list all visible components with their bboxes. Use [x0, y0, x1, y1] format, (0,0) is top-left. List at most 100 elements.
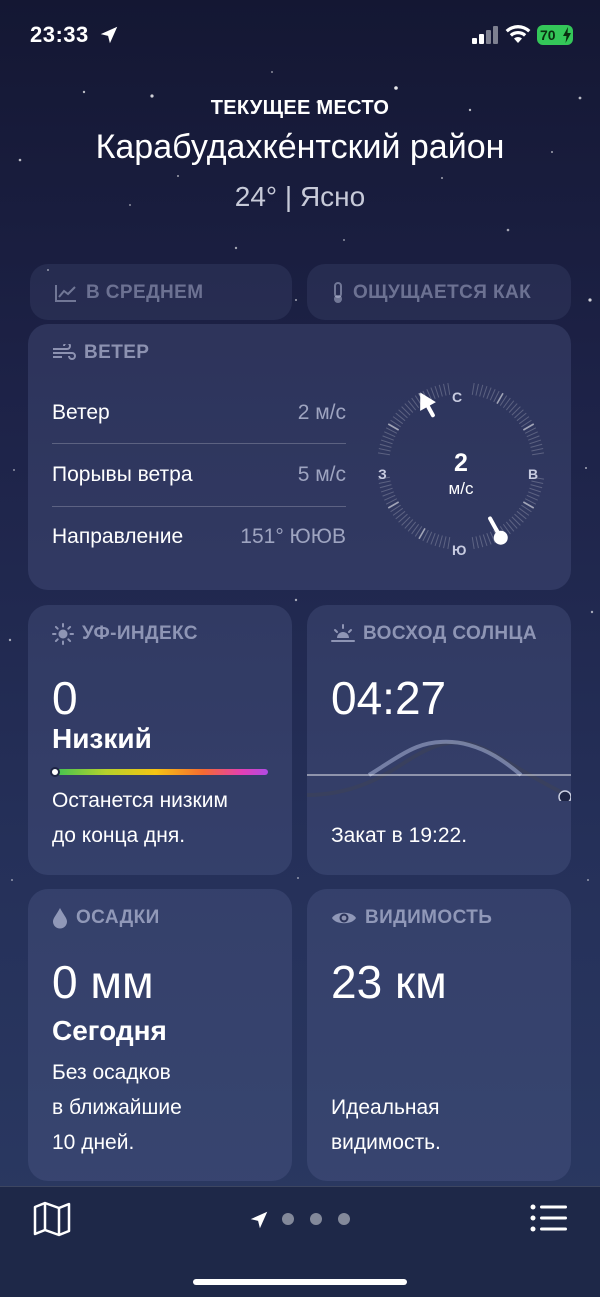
compass-tick [471, 537, 475, 550]
precipitation-line1: Без осадков [52, 1061, 171, 1084]
compass-tick [380, 439, 393, 445]
visibility-card[interactable]: ВИДИМОСТЬ 23 км Идеальная видимость. [307, 889, 571, 1181]
uv-scale-marker [50, 767, 60, 777]
sunrise-time: 04:27 [331, 672, 447, 724]
uv-level: Низкий [52, 723, 152, 754]
map-icon[interactable] [33, 1201, 71, 1237]
wind-title: ВЕТЕР [84, 342, 150, 363]
average-card[interactable]: В СРЕДНЕМ [30, 264, 292, 320]
wind-gusts-value: 5 м/с [297, 463, 346, 486]
wind-direction-row: Направление 151° ЮЮВ [52, 506, 346, 568]
trend-chart-icon [55, 285, 76, 302]
eye-icon [332, 912, 356, 924]
compass-tick [471, 382, 475, 395]
uv-index-card[interactable]: УФ-ИНДЕКС 0 Низкий Останется низким до к… [28, 605, 292, 875]
arrow-tail [488, 516, 508, 545]
precipitation-value: 0 мм [52, 956, 154, 1008]
compass-tick [526, 431, 538, 438]
sunrise-icon [331, 624, 355, 642]
visibility-value: 23 км [331, 956, 447, 1008]
uv-description-line1: Останется низким [52, 789, 228, 812]
visibility-description: Идеальная видимость. [331, 1090, 441, 1160]
cellular-signal-icon [472, 26, 498, 44]
compass-tick [482, 385, 488, 398]
location-arrow-icon [100, 26, 118, 44]
compass-tick [447, 537, 451, 550]
compass-tick [426, 531, 433, 543]
charging-bolt-icon [563, 27, 571, 43]
current-location-label: ТЕКУЩЕЕ МЕСТО [210, 97, 390, 119]
compass-tick [486, 387, 492, 399]
compass-tick [482, 534, 488, 547]
compass-tick [529, 439, 542, 445]
status-time: 23:33 [30, 22, 89, 47]
sunrise-title: ВОСХОД СОЛНЦА [363, 623, 537, 644]
uv-description-line2: до конца дня. [52, 824, 186, 847]
compass-tick [479, 384, 484, 397]
uv-value: 0 [52, 672, 78, 724]
compass-tick [380, 487, 393, 493]
uv-description: Останется низким до конца дня. [52, 783, 228, 853]
precipitation-line3: 10 дней. [52, 1131, 135, 1154]
location-arrow-icon[interactable] [248, 1209, 270, 1231]
compass-tick [528, 435, 540, 441]
compass-unit: м/с [448, 479, 474, 498]
compass-tick [384, 494, 396, 501]
compass-tick [531, 448, 544, 452]
status-bar: 23:33 70 [0, 0, 600, 70]
precipitation-description: Без осадков в ближайшие 10 дней. [52, 1055, 182, 1160]
compass-speed: 2 [454, 449, 468, 477]
compass-tick [529, 487, 542, 493]
list-icon[interactable] [530, 1203, 568, 1233]
precipitation-title: ОСАДКИ [76, 907, 160, 928]
compass-tick [530, 443, 543, 448]
wind-direction-label: Направление [52, 525, 184, 548]
compass-tick [475, 383, 479, 396]
compass-east-label: В [528, 466, 539, 482]
compass-tick [479, 535, 484, 548]
battery-percent: 70 [540, 27, 556, 43]
visibility-line1: Идеальная [331, 1096, 440, 1119]
compass-tick [382, 435, 394, 441]
precipitation-line2: в ближайшие [52, 1096, 182, 1119]
precipitation-period: Сегодня [52, 1015, 167, 1046]
wind-gusts-label: Порывы ветра [52, 463, 193, 486]
wind-card[interactable]: ВЕТЕР Ветер 2 м/с Порывы ветра 5 м/с Нап… [28, 324, 571, 590]
compass-tick [382, 491, 394, 497]
compass-north-label: С [452, 389, 463, 405]
compass-tick [475, 536, 479, 549]
compass-tick [489, 389, 496, 401]
feels-like-card[interactable]: ОЩУЩАЕТСЯ КАК [307, 264, 571, 320]
compass-tick [486, 533, 492, 545]
compass-tick [430, 533, 436, 545]
sun-icon [52, 623, 74, 645]
bottom-toolbar [0, 1186, 600, 1297]
compass-tick [443, 383, 447, 396]
page-dot[interactable] [338, 1213, 350, 1225]
compass-tick [377, 452, 390, 456]
visibility-title: ВИДИМОСТЬ [365, 907, 493, 928]
thermometer-icon [334, 282, 342, 303]
precipitation-card[interactable]: ОСАДКИ 0 мм Сегодня Без осадков в ближай… [28, 889, 292, 1181]
wifi-icon [505, 25, 531, 43]
sunset-text: Закат в 19:22. [331, 824, 468, 847]
compass-tick [443, 536, 447, 549]
location-header: ТЕКУЩЕЕ МЕСТО Карабудахке́нтский район 2… [0, 95, 600, 213]
sun-path-curve [307, 739, 571, 801]
compass-tick [378, 448, 391, 452]
raindrop-icon [53, 908, 67, 929]
average-label: В СРЕДНЕМ [86, 282, 204, 303]
compass-tick [530, 484, 543, 489]
compass-tick [438, 384, 443, 397]
compass-tick [434, 385, 440, 398]
page-dot[interactable] [282, 1213, 294, 1225]
wind-speed-row: Ветер 2 м/с [52, 382, 346, 444]
wind-icon [53, 344, 76, 360]
compass-tick [434, 534, 440, 547]
compass-west-label: З [378, 466, 387, 482]
sunrise-card[interactable]: ВОСХОД СОЛНЦА 04:27 Закат в 19:22. [307, 605, 571, 875]
page-dot[interactable] [310, 1213, 322, 1225]
visibility-line2: видимость. [331, 1131, 441, 1154]
place-name: Карабудахке́нтский район [95, 128, 505, 166]
wind-direction-value: 151° ЮЮВ [240, 525, 346, 548]
